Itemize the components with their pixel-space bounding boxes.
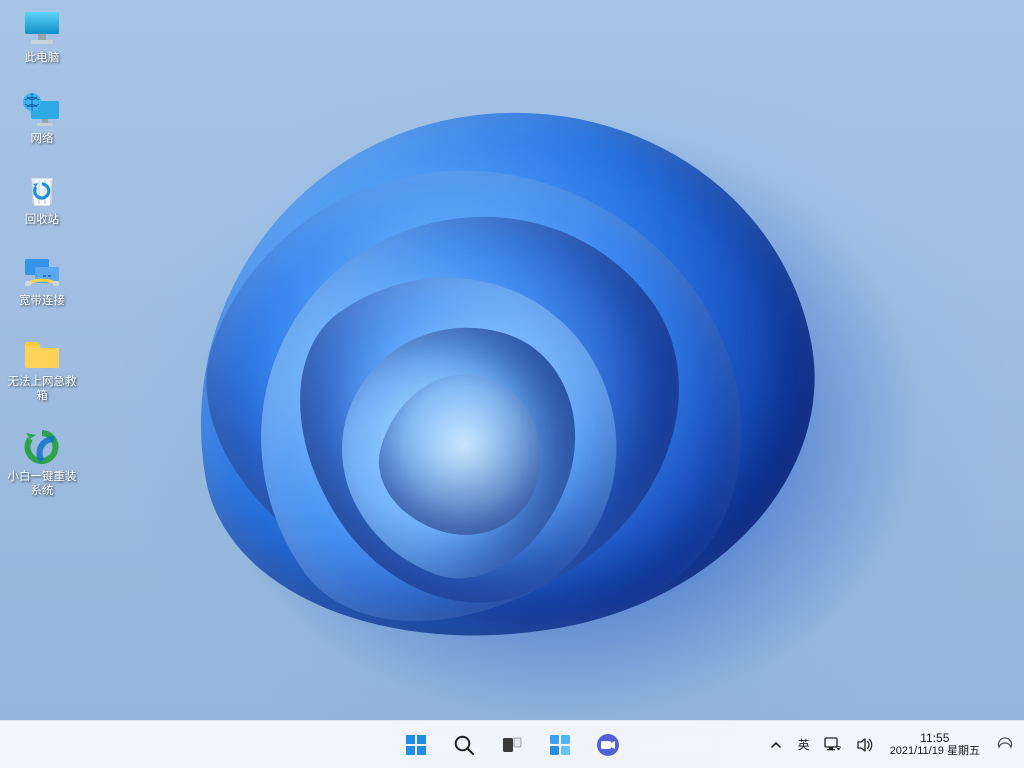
network-globe-icon bbox=[21, 91, 63, 129]
desktop-icon-label: 无法上网急救箱 bbox=[6, 375, 78, 403]
tray-network-button[interactable] bbox=[818, 723, 848, 767]
desktop-icon-network[interactable]: 网络 bbox=[4, 87, 80, 152]
desktop-icon-label: 宽带连接 bbox=[6, 294, 78, 308]
desktop-icon-label: 小白一键重装系统 bbox=[6, 470, 78, 498]
folder-icon bbox=[21, 334, 63, 372]
monitor-icon bbox=[21, 10, 63, 48]
taskbar-clock[interactable]: 11:55 2021/11/19 星期五 bbox=[882, 723, 988, 767]
start-button[interactable] bbox=[394, 723, 438, 767]
desktop-icon-recycle-bin[interactable]: 回收站 bbox=[4, 168, 80, 233]
search-button[interactable] bbox=[442, 723, 486, 767]
task-view-icon bbox=[500, 733, 524, 757]
network-icon bbox=[824, 737, 842, 753]
desktop-icon-label: 网络 bbox=[6, 132, 78, 146]
reinstall-app-icon bbox=[21, 429, 63, 467]
system-tray: 英 bbox=[762, 721, 1020, 768]
taskbar-center-group bbox=[394, 723, 630, 767]
start-icon bbox=[404, 733, 428, 757]
chat-icon bbox=[596, 733, 620, 757]
search-icon bbox=[452, 733, 476, 757]
notifications-button[interactable] bbox=[990, 723, 1020, 767]
notification-icon bbox=[996, 736, 1014, 754]
widgets-icon bbox=[548, 733, 572, 757]
desktop[interactable]: 此电脑 网络 bbox=[0, 0, 1024, 768]
widgets-button[interactable] bbox=[538, 723, 582, 767]
desktop-icon-reinstall[interactable]: 小白一键重装系统 bbox=[4, 425, 80, 504]
desktop-icon-broadband[interactable]: 宽带连接 bbox=[4, 249, 80, 314]
volume-icon bbox=[856, 737, 874, 753]
clock-time: 11:55 bbox=[920, 732, 949, 745]
ime-indicator[interactable]: 英 bbox=[792, 723, 816, 767]
chevron-up-icon bbox=[770, 739, 782, 751]
desktop-icon-this-pc[interactable]: 此电脑 bbox=[4, 6, 80, 71]
ime-label: 英 bbox=[798, 736, 810, 753]
recycle-bin-icon bbox=[21, 172, 63, 210]
desktop-icon-netfix-folder[interactable]: 无法上网急救箱 bbox=[4, 330, 80, 409]
tray-volume-button[interactable] bbox=[850, 723, 880, 767]
wallpaper-bloom bbox=[112, 74, 872, 694]
desktop-icon-label: 此电脑 bbox=[6, 51, 78, 65]
task-view-button[interactable] bbox=[490, 723, 534, 767]
taskbar: 英 bbox=[0, 720, 1024, 768]
chat-button[interactable] bbox=[586, 723, 630, 767]
broadband-icon bbox=[21, 253, 63, 291]
desktop-icon-label: 回收站 bbox=[6, 213, 78, 227]
desktop-icons: 此电脑 网络 bbox=[4, 6, 88, 520]
clock-date: 2021/11/19 星期五 bbox=[890, 745, 980, 758]
tray-overflow-button[interactable] bbox=[762, 723, 790, 767]
